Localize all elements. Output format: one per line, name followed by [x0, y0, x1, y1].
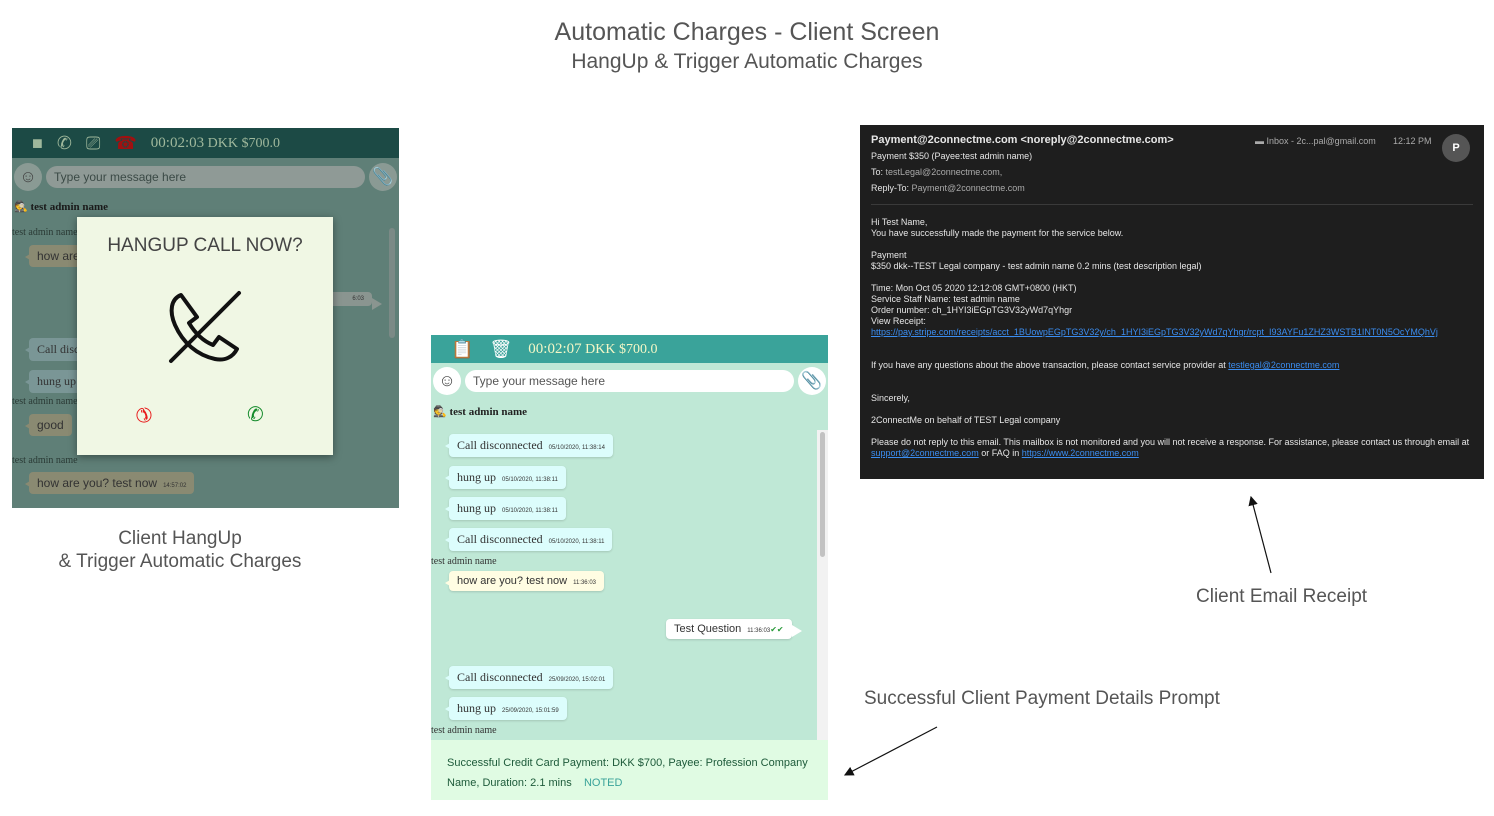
- annotation-arrows: [843, 495, 1272, 776]
- arrow-to-prompt: [843, 726, 938, 776]
- arrow-to-email: [1248, 495, 1272, 574]
